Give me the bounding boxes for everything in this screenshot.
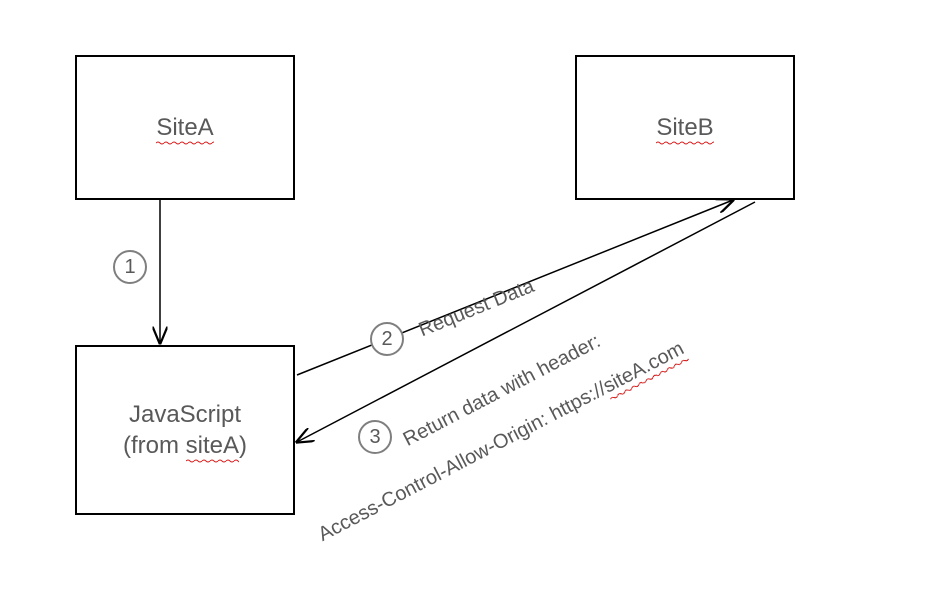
box-site-b: SiteB xyxy=(575,55,795,200)
site-b-text: SiteB xyxy=(656,114,713,141)
js-line1: JavaScript xyxy=(129,399,241,430)
js-line2: (from siteA) xyxy=(123,430,247,461)
step-2-num: 2 xyxy=(381,328,392,351)
site-a-label: SiteA xyxy=(156,112,213,143)
box-site-a: SiteA xyxy=(75,55,295,200)
js-line2-sq: siteA xyxy=(186,432,239,459)
site-b-label: SiteB xyxy=(656,112,713,143)
arrow-3 xyxy=(297,202,755,442)
step-1-num: 1 xyxy=(124,256,135,279)
request-label: Request Data xyxy=(416,275,538,342)
js-line2-pre: (from xyxy=(123,432,186,459)
step-2-circle: 2 xyxy=(370,322,404,356)
box-javascript: JavaScript (from siteA) xyxy=(75,345,295,515)
step-3-circle: 3 xyxy=(358,420,392,454)
site-a-text: SiteA xyxy=(156,114,213,141)
js-line2-post: ) xyxy=(239,432,247,459)
step-1-circle: 1 xyxy=(113,250,147,284)
step-3-num: 3 xyxy=(369,426,380,449)
return-l2-sq: siteA.com xyxy=(600,337,688,397)
